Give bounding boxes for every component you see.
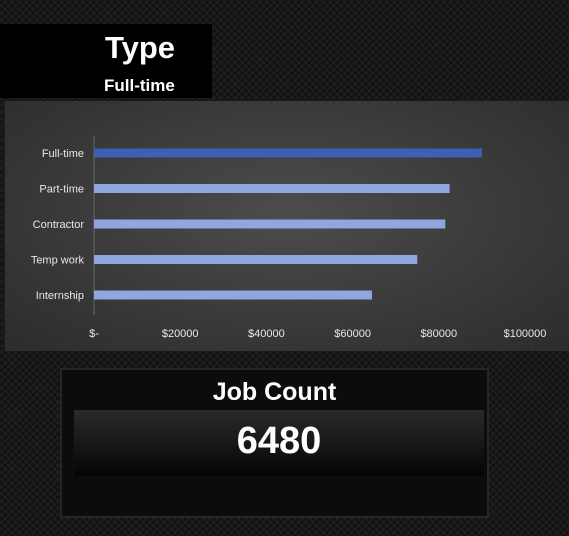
bar-internship[interactable] [94, 290, 372, 300]
bar-part-time[interactable] [94, 184, 450, 193]
kpi-value: 6480 [236, 420, 322, 462]
category-label-part-time: Part-time [39, 184, 84, 196]
x-tick-label: $100000 [504, 328, 547, 340]
salary-bar-chart: Full-time Part-time Contractor Temp work Int… [2, 101, 569, 351]
slicer-title: Type [105, 30, 176, 65]
job-count-card: Job Count 6480 [60, 368, 489, 518]
bar-contractor[interactable] [94, 219, 446, 229]
kpi-title: Job Count [212, 378, 337, 406]
x-tick-label: $40000 [248, 328, 285, 340]
chart-canvas: Full-time Part-time Contractor Temp work Int… [31, 136, 547, 340]
x-tick-label: $80000 [420, 328, 457, 340]
x-tick-label: $20000 [162, 328, 199, 340]
category-label-internship: Internship [36, 290, 84, 302]
category-label-contractor: Contractor [33, 219, 85, 231]
x-tick-label: $60000 [334, 328, 371, 340]
bar-temp-work[interactable] [94, 255, 418, 264]
category-label-full-time: Full-time [42, 148, 84, 160]
slicer-selected-value[interactable]: Full-time [104, 76, 175, 96]
category-label-temp-work: Temp work [31, 255, 85, 267]
bar-full-time[interactable] [94, 148, 482, 158]
x-tick-label: $- [89, 328, 99, 340]
type-slicer[interactable]: Type Full-time [0, 24, 212, 98]
kpi-value-box: 6480 [74, 410, 484, 476]
